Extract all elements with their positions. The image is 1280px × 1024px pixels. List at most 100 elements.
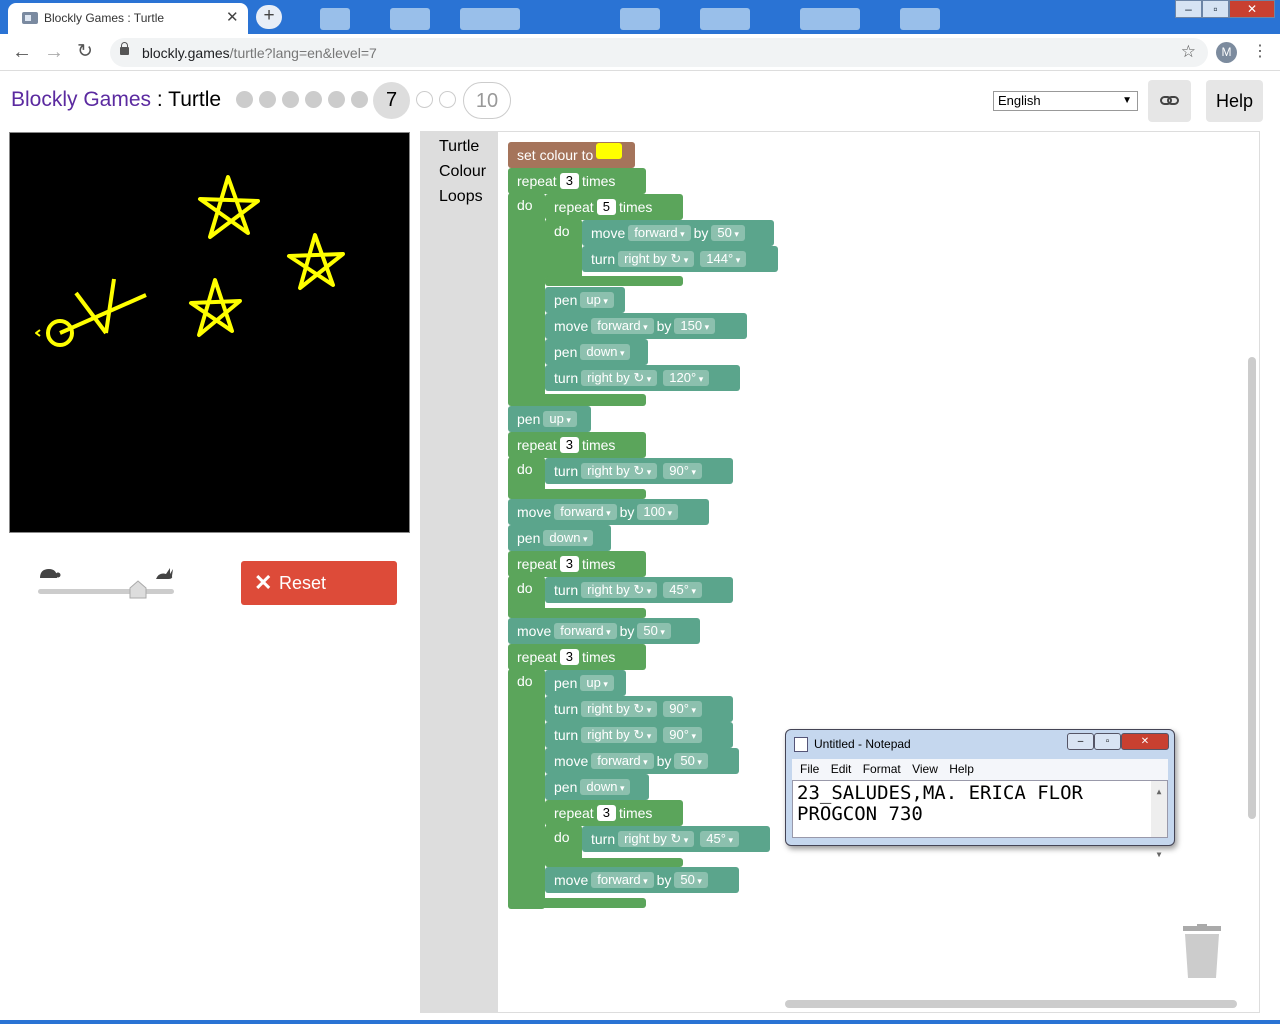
- move-block[interactable]: moveforwardby150: [545, 313, 747, 339]
- notepad-minimize-button[interactable]: –: [1067, 733, 1094, 750]
- repeat-count[interactable]: 5: [596, 199, 616, 215]
- repeat-count[interactable]: 3: [559, 437, 579, 453]
- current-level-badge[interactable]: 7: [373, 82, 410, 119]
- colour-swatch[interactable]: [596, 143, 623, 159]
- address-bar[interactable]: blockly.games/turtle?lang=en&level=7 ☆: [110, 38, 1208, 67]
- pen-block[interactable]: pen up: [508, 406, 591, 432]
- direction-dropdown[interactable]: forward: [554, 623, 617, 639]
- notepad-text-area[interactable]: 23_SALUDES,MA. ERICA FLOR PROGCON 730 ▲ ▼: [792, 780, 1168, 859]
- language-select[interactable]: English ▼: [993, 91, 1138, 111]
- distance-dropdown[interactable]: 50: [674, 753, 708, 769]
- minimize-window-button[interactable]: –: [1175, 0, 1202, 18]
- pen-block[interactable]: pen down: [508, 525, 611, 551]
- reload-icon[interactable]: ↻: [77, 41, 93, 63]
- category-turtle[interactable]: Turtle: [439, 138, 479, 156]
- pen-block[interactable]: pen up: [545, 287, 625, 313]
- pen-block[interactable]: pen down: [545, 339, 648, 365]
- direction-dropdown[interactable]: forward: [591, 872, 654, 888]
- direction-dropdown[interactable]: forward: [554, 504, 617, 520]
- distance-dropdown[interactable]: 50: [637, 623, 671, 639]
- distance-dropdown[interactable]: 50: [711, 225, 745, 241]
- repeat-count[interactable]: 3: [596, 805, 616, 821]
- turn-block[interactable]: turnright by ↻45°: [582, 826, 770, 852]
- menu-format[interactable]: Format: [863, 762, 901, 776]
- browser-tab[interactable]: Blockly Games : Turtle ✕: [8, 3, 248, 34]
- horizontal-scrollbar[interactable]: [785, 1000, 1237, 1008]
- move-block[interactable]: moveforwardby50: [582, 220, 774, 246]
- menu-file[interactable]: File: [800, 762, 819, 776]
- level-dot-4[interactable]: [305, 91, 322, 108]
- repeat-block[interactable]: repeat 3 times: [508, 432, 646, 458]
- menu-edit[interactable]: Edit: [831, 762, 852, 776]
- level-dot-9[interactable]: [439, 91, 456, 108]
- turn-direction-dropdown[interactable]: right by ↻: [581, 727, 658, 743]
- turn-direction-dropdown[interactable]: right by ↻: [581, 370, 658, 386]
- turn-direction-dropdown[interactable]: right by ↻: [581, 463, 658, 479]
- distance-dropdown[interactable]: 50: [674, 872, 708, 888]
- tab-close-icon[interactable]: ✕: [226, 8, 239, 26]
- restore-window-button[interactable]: ▫: [1202, 0, 1229, 18]
- pen-state-dropdown[interactable]: up: [543, 411, 577, 427]
- level-dot-6[interactable]: [351, 91, 368, 108]
- repeat-block[interactable]: repeat 3 times: [508, 168, 646, 194]
- last-level-badge[interactable]: 10: [463, 82, 511, 119]
- back-arrow-icon[interactable]: ←: [12, 41, 32, 63]
- angle-dropdown[interactable]: 45°: [700, 831, 739, 847]
- category-colour[interactable]: Colour: [439, 163, 486, 181]
- close-window-button[interactable]: ✕: [1229, 0, 1275, 18]
- blockly-workspace[interactable]: Turtle Colour Loops set colour to repeat…: [420, 131, 1260, 1013]
- category-loops[interactable]: Loops: [439, 188, 483, 206]
- turn-direction-dropdown[interactable]: right by ↻: [618, 831, 695, 847]
- angle-dropdown[interactable]: 45°: [663, 582, 702, 598]
- turn-block[interactable]: turnright by ↻90°: [545, 696, 733, 722]
- turn-block[interactable]: turnright by ↻45°: [545, 577, 733, 603]
- level-dot-3[interactable]: [282, 91, 299, 108]
- pen-state-dropdown[interactable]: down: [580, 779, 631, 795]
- angle-dropdown[interactable]: 90°: [663, 727, 702, 743]
- notepad-close-button[interactable]: ✕: [1121, 733, 1169, 750]
- direction-dropdown[interactable]: forward: [591, 318, 654, 334]
- level-dot-1[interactable]: [236, 91, 253, 108]
- brand-link[interactable]: Blockly Games: [11, 88, 151, 111]
- notepad-maximize-button[interactable]: ▫: [1094, 733, 1121, 750]
- menu-help[interactable]: Help: [949, 762, 974, 776]
- new-tab-button[interactable]: +: [256, 5, 282, 29]
- distance-dropdown[interactable]: 100: [637, 504, 679, 520]
- angle-dropdown[interactable]: 90°: [663, 701, 702, 717]
- help-button[interactable]: Help: [1206, 80, 1263, 122]
- link-button[interactable]: [1148, 80, 1191, 122]
- vertical-scrollbar[interactable]: [1248, 357, 1256, 819]
- direction-dropdown[interactable]: forward: [591, 753, 654, 769]
- move-block[interactable]: moveforwardby50: [545, 867, 739, 893]
- level-dot-2[interactable]: [259, 91, 276, 108]
- repeat-block[interactable]: repeat 3 times: [545, 800, 683, 826]
- repeat-block[interactable]: repeat 3 times: [508, 644, 646, 670]
- trash-icon[interactable]: [1182, 924, 1222, 978]
- pen-block[interactable]: pen down: [545, 774, 649, 800]
- turn-block[interactable]: turnright by ↻90°: [545, 722, 733, 748]
- distance-dropdown[interactable]: 150: [674, 318, 716, 334]
- repeat-count[interactable]: 3: [559, 173, 579, 189]
- menu-kebab-icon[interactable]: ⋮: [1252, 41, 1268, 63]
- pen-state-dropdown[interactable]: down: [580, 344, 631, 360]
- repeat-count[interactable]: 3: [559, 556, 579, 572]
- set-colour-block[interactable]: set colour to: [508, 142, 635, 168]
- reset-button[interactable]: ✕ Reset: [241, 561, 397, 605]
- bookmark-star-icon[interactable]: ☆: [1181, 42, 1196, 62]
- forward-arrow-icon[interactable]: →: [44, 41, 64, 63]
- angle-dropdown[interactable]: 144°: [700, 251, 747, 267]
- level-dot-5[interactable]: [328, 91, 345, 108]
- angle-dropdown[interactable]: 90°: [663, 463, 702, 479]
- move-block[interactable]: moveforwardby50: [545, 748, 739, 774]
- speed-slider[interactable]: [38, 580, 174, 599]
- pen-block[interactable]: pen up: [545, 670, 626, 696]
- turn-block[interactable]: turnright by ↻144°: [582, 246, 778, 272]
- notepad-window[interactable]: Untitled - Notepad – ▫ ✕ File Edit Forma…: [785, 729, 1175, 859]
- speed-slider-handle[interactable]: [129, 580, 147, 599]
- menu-view[interactable]: View: [912, 762, 938, 776]
- direction-dropdown[interactable]: forward: [628, 225, 691, 241]
- turn-block[interactable]: turnright by ↻90°: [545, 458, 733, 484]
- turn-direction-dropdown[interactable]: right by ↻: [581, 582, 658, 598]
- angle-dropdown[interactable]: 120°: [663, 370, 710, 386]
- level-dot-8[interactable]: [416, 91, 433, 108]
